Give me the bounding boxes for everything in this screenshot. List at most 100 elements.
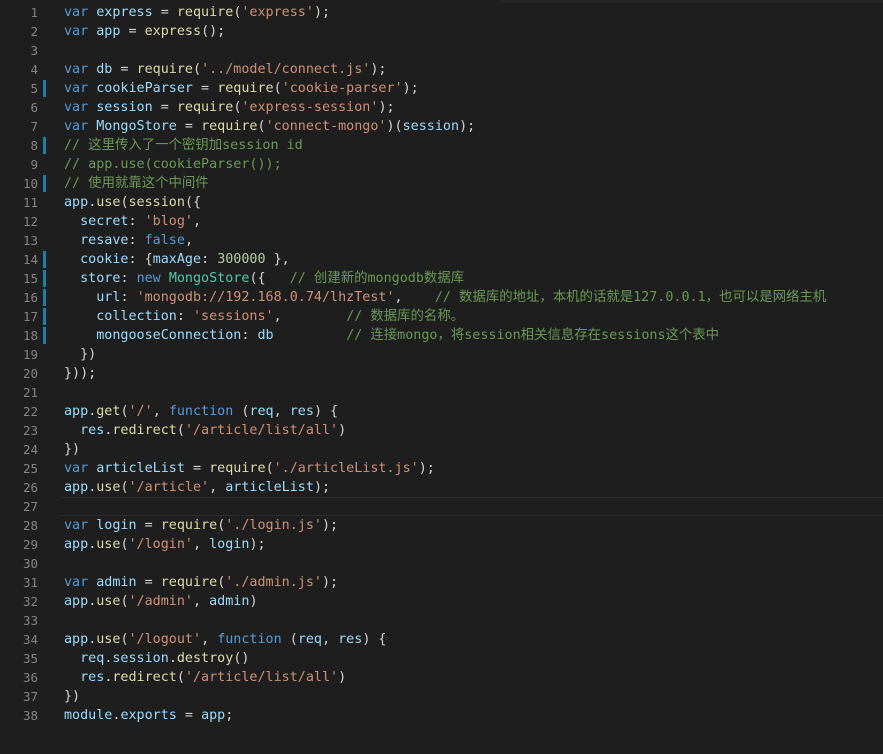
code-line[interactable]: 12 secret: 'blog', [0, 212, 883, 231]
code-line[interactable]: 9 // app.use(cookieParser()); [0, 155, 883, 174]
code-token: ( [193, 62, 202, 77]
code-line[interactable]: 19 }) [0, 345, 883, 364]
code-line[interactable]: 28 var login = require('./login.js'); [0, 516, 883, 535]
modified-line-marker [43, 270, 46, 287]
code-token: app [201, 708, 226, 723]
code-line[interactable]: 36 res.redirect('/article/list/all') [0, 668, 883, 687]
code-line[interactable]: 33 [0, 611, 883, 630]
code-token: mongooseConnection [96, 328, 242, 343]
code-token: ); [322, 518, 339, 533]
code-token: = [193, 81, 218, 96]
code-token: var [64, 100, 89, 115]
code-line[interactable]: 37}) [0, 687, 883, 706]
line-number: 16 [22, 290, 38, 305]
code-line[interactable]: 5 var cookieParser = require('cookie-pars… [0, 79, 883, 98]
code-area[interactable]: 1 var express = require('express'); 2 var a… [0, 3, 883, 725]
code-token: require [217, 81, 274, 96]
code-token: store [80, 271, 121, 286]
line-number: 14 [22, 252, 38, 267]
code-line[interactable]: 13 resave: false, [0, 231, 883, 250]
line-source: app.use('/login', login); [64, 535, 266, 554]
code-token: ( [176, 423, 185, 438]
code-line[interactable]: 15 store: new MongoStore({ // 创建新的mongod… [0, 269, 883, 288]
code-token: = [136, 575, 161, 590]
code-token: ( [120, 537, 129, 552]
line-number: 8 [30, 138, 38, 153]
code-token: session [112, 651, 169, 666]
code-line[interactable]: 23 res.redirect('/article/list/all') [0, 421, 883, 440]
code-token: redirect [112, 423, 177, 438]
code-token: req [297, 632, 322, 647]
code-token: // 使用就靠这个中间件 [64, 176, 209, 191]
line-number: 30 [22, 556, 38, 571]
code-token: req [249, 404, 274, 419]
line-source: secret: 'blog', [64, 212, 201, 231]
line-number: 35 [22, 651, 38, 666]
line-source: var MongoStore = require('connect-mongo'… [64, 117, 475, 136]
code-line[interactable]: 1 var express = require('express'); [0, 3, 883, 22]
modified-line-marker [43, 289, 46, 306]
code-line[interactable]: 7 var MongoStore = require('connect-mongo… [0, 117, 883, 136]
line-number: 18 [22, 328, 38, 343]
code-token: ); [313, 480, 331, 495]
line-number: 25 [22, 461, 38, 476]
code-line[interactable]: 3 [0, 41, 883, 60]
code-line[interactable]: 10 // 使用就靠这个中间件 [0, 174, 883, 193]
code-token: : [128, 214, 145, 229]
code-line[interactable]: 8 // 这里传入了一个密钥加session id [0, 136, 883, 155]
line-source: app.use('/admin', admin) [64, 592, 258, 611]
code-editor[interactable]: 1 var express = require('express'); 2 var a… [0, 0, 883, 754]
code-token: , [201, 632, 218, 647]
line-number: 5 [30, 81, 38, 96]
code-token: function [168, 404, 234, 419]
line-number: 12 [22, 214, 38, 229]
code-token: express [96, 5, 153, 20]
code-token: var [64, 5, 89, 20]
code-token: require [176, 100, 234, 115]
code-token: // 创建新的mongodb数据库 [289, 271, 465, 286]
code-line[interactable]: 18 mongooseConnection: db // 连接mongo，将se… [0, 326, 883, 345]
code-line[interactable]: 35 req.session.destroy() [0, 649, 883, 668]
code-line[interactable]: 32 app.use('/admin', admin) [0, 592, 883, 611]
code-line[interactable]: 17 collection: 'sessions', // 数据库的名称。 [0, 307, 883, 326]
line-number: 33 [22, 613, 38, 628]
code-token: = [176, 708, 202, 723]
modified-line-marker [43, 308, 46, 325]
line-source: // 这里传入了一个密钥加session id [64, 136, 303, 155]
code-token: = [152, 5, 177, 20]
code-line[interactable]: 6 var session = require('express-session'… [0, 98, 883, 117]
code-token: , [193, 214, 202, 229]
code-line[interactable]: 38 module.exports = app; [0, 706, 883, 725]
line-number: 20 [22, 366, 38, 381]
code-line[interactable]: 29 app.use('/login', login); [0, 535, 883, 554]
code-line[interactable]: 11 app.use(session({ [0, 193, 883, 212]
code-token: require [176, 5, 234, 20]
code-token: login [209, 537, 250, 552]
code-line[interactable]: 22 app.get('/', function (req, res) { [0, 402, 883, 421]
code-line[interactable]: 27 [0, 497, 883, 516]
code-line[interactable]: 2 var app = express(); [0, 22, 883, 41]
code-line[interactable]: 26 app.use('/article', articleList); [0, 478, 883, 497]
code-token: // app.use(cookieParser()); [64, 157, 282, 172]
code-line[interactable]: 31 var admin = require('./admin.js'); [0, 573, 883, 592]
code-token: 'connect-mongo' [265, 119, 387, 134]
code-line[interactable]: 34 app.use('/logout', function (req, res)… [0, 630, 883, 649]
code-line[interactable]: 14 cookie: {maxAge: 300000 }, [0, 250, 883, 269]
code-token: session [402, 119, 460, 134]
code-token: use [96, 537, 121, 552]
code-line[interactable]: 20})); [0, 364, 883, 383]
code-line[interactable]: 25 var articleList = require('./articleLi… [0, 459, 883, 478]
code-token: , [322, 632, 339, 647]
line-number: 9 [30, 157, 38, 172]
line-source: }) [64, 345, 96, 364]
code-line[interactable]: 30 [0, 554, 883, 573]
code-line[interactable]: 21 [0, 383, 883, 402]
code-line[interactable]: 16 url: 'mongodb://192.168.0.74/lhzTest'… [0, 288, 883, 307]
code-token: app [64, 594, 89, 609]
code-token: () [233, 651, 250, 666]
code-token: = [184, 461, 210, 476]
code-line[interactable]: 24}) [0, 440, 883, 459]
code-line[interactable]: 4 var db = require('../model/connect.js')… [0, 60, 883, 79]
modified-line-marker [43, 327, 46, 344]
